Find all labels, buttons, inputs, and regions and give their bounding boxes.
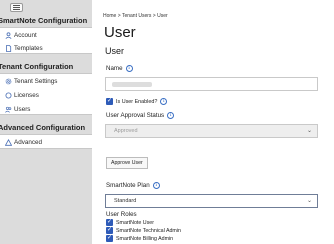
smartnote-plan-select[interactable]: Standard ⌄ <box>105 194 318 208</box>
approval-label: User Approval Status i <box>106 112 175 119</box>
sidebar-item-label: Advanced <box>14 138 43 146</box>
role-item[interactable]: ✓ SmartNote Technical Admin <box>106 227 181 234</box>
role-checkbox[interactable]: ✓ <box>106 235 113 242</box>
warning-icon <box>5 138 12 146</box>
name-label: Name i <box>106 65 133 72</box>
enabled-checkbox[interactable]: ✓ <box>106 98 113 105</box>
plan-value: Standard <box>114 198 137 204</box>
approval-label-text: User Approval Status <box>106 112 165 119</box>
name-input[interactable] <box>105 77 318 91</box>
role-item[interactable]: ✓ SmartNote User <box>106 219 154 226</box>
name-value <box>112 82 152 87</box>
info-icon[interactable]: i <box>152 182 160 189</box>
role-label: SmartNote Billing Admin <box>116 235 174 242</box>
chevron-down-icon: ⌄ <box>306 198 312 204</box>
sidebar-item-label: Users <box>14 105 31 113</box>
nav-group-smartnote: Account Templates <box>0 27 92 54</box>
role-label: SmartNote User <box>116 219 154 226</box>
user-icon <box>5 31 12 39</box>
sidebar-item-licenses[interactable]: Licenses <box>5 89 39 101</box>
role-checkbox[interactable]: ✓ <box>106 219 113 226</box>
users-icon <box>5 106 12 113</box>
info-icon[interactable]: i <box>160 98 168 105</box>
sidebar-item-templates[interactable]: Templates <box>5 42 43 54</box>
name-label-text: Name <box>106 65 123 72</box>
role-label: SmartNote Technical Admin <box>116 227 181 234</box>
info-icon[interactable]: i <box>125 65 133 72</box>
sidebar: SmartNote Configuration Account Template… <box>0 0 92 244</box>
plan-label-text: SmartNote Plan <box>106 182 150 189</box>
role-checkbox[interactable]: ✓ <box>106 227 113 234</box>
approve-user-button[interactable]: Approve User <box>106 157 148 169</box>
gear-icon <box>5 78 12 85</box>
role-item[interactable]: ✓ SmartNote Billing Admin <box>106 235 173 242</box>
sidebar-item-label: Templates <box>14 44 43 52</box>
nav-group-advanced: Advanced <box>0 134 92 149</box>
sidebar-item-label: Licenses <box>14 91 39 99</box>
roles-label: User Roles <box>106 211 137 218</box>
sidebar-item-label: Tenant Settings <box>14 77 58 85</box>
info-icon[interactable]: i <box>167 112 175 119</box>
sidebar-item-account[interactable]: Account <box>5 29 37 41</box>
circle-icon <box>5 92 12 99</box>
approval-status-value: Approved <box>114 128 138 134</box>
sidebar-item-label: Account <box>14 31 37 39</box>
sidebar-item-users[interactable]: Users <box>5 103 30 115</box>
section-title-tenant: Tenant Configuration <box>0 62 74 71</box>
section-title-advanced: Advanced Configuration <box>0 123 86 132</box>
enabled-checkbox-row[interactable]: ✓ Is User Enabled? i <box>106 98 168 105</box>
page-subtitle: User <box>105 46 125 56</box>
approval-status-select[interactable]: Approved ⌄ <box>105 124 318 138</box>
hamburger-icon <box>13 5 20 10</box>
document-icon <box>5 44 12 52</box>
sidebar-item-tenant-settings[interactable]: Tenant Settings <box>5 75 57 87</box>
nav-group-tenant: Tenant Settings Licenses Users <box>0 73 92 115</box>
sidebar-item-advanced[interactable]: Advanced <box>5 136 42 148</box>
breadcrumb: Home > Tenant Users > User <box>103 13 168 19</box>
chevron-down-icon: ⌄ <box>306 128 312 134</box>
menu-toggle-button[interactable] <box>10 3 23 12</box>
plan-label: SmartNote Plan i <box>106 182 160 189</box>
enabled-label: Is User Enabled? <box>116 98 158 105</box>
section-title-smartnote: SmartNote Configuration <box>0 16 88 25</box>
page-title: User <box>104 24 136 41</box>
